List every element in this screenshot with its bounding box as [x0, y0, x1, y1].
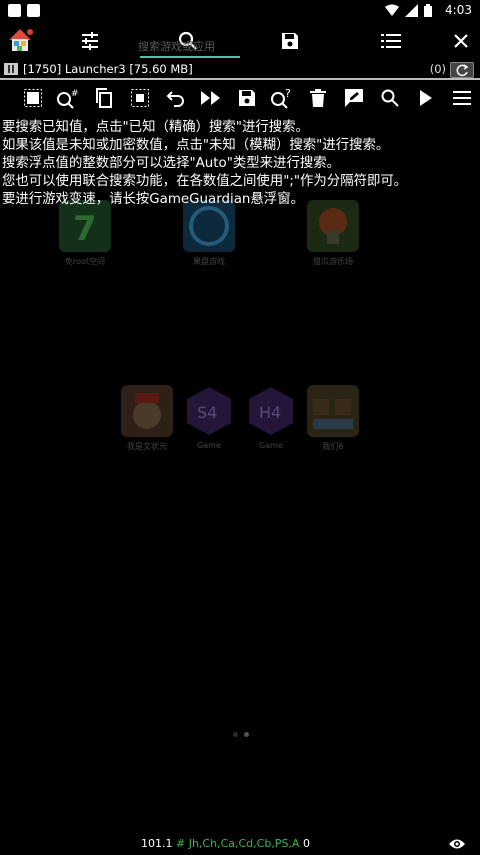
- search-types[interactable]: # Jh,Ch,Ca,Cd,Cb,PS,A: [176, 837, 299, 850]
- copy-icon[interactable]: [92, 86, 116, 110]
- search-unknown-value-icon[interactable]: ?: [270, 86, 294, 110]
- battery-icon: [424, 4, 432, 17]
- help-line: 要进行游戏变速，请长按GameGuardian悬浮窗。: [2, 192, 304, 207]
- wifi-icon: [385, 4, 399, 17]
- version-text: 101.1: [141, 837, 173, 850]
- app-label: 免root空间: [64, 257, 106, 266]
- app-icon-guopan[interactable]: 果盘游戏: [173, 200, 245, 267]
- search-known-value-icon[interactable]: #: [56, 86, 80, 110]
- notification-icon: [8, 4, 21, 17]
- select-range-icon[interactable]: [128, 86, 152, 110]
- footer-value: 0: [302, 837, 310, 850]
- app-label: 果盘游戏: [193, 257, 225, 266]
- app-label: 甜瓜游乐场: [313, 257, 353, 266]
- app-home-icon[interactable]: [6, 26, 34, 54]
- page-indicator: [230, 722, 252, 741]
- edit-comment-icon[interactable]: [342, 86, 366, 110]
- help-line: 搜索浮点值的整数部分可以选择"Auto"类型来进行搜索。: [2, 156, 341, 171]
- signal-icon: [405, 4, 418, 17]
- refresh-icon[interactable]: [450, 62, 474, 78]
- status-bar: 4:03: [0, 0, 480, 22]
- zhuangyuan-icon: [121, 385, 173, 437]
- help-line: 您也可以使用联合搜索功能，在各数值之间使用";"作为分隔符即可。: [2, 174, 408, 189]
- page-dot: [233, 732, 238, 737]
- svg-text:#: #: [71, 89, 79, 99]
- game-s4-icon: S4: [183, 385, 235, 437]
- close-icon[interactable]: [448, 28, 474, 54]
- save-icon[interactable]: [235, 86, 259, 110]
- active-tab-indicator: [140, 56, 240, 58]
- top-bar: [0, 22, 480, 60]
- process-info[interactable]: [1750] Launcher3 [75.60 MB]: [23, 62, 193, 76]
- app-notification-icon: [27, 4, 40, 17]
- help-line: 如果该值是未知或加密数值，点击"未知（模糊）搜索"进行搜索。: [2, 138, 390, 153]
- page-dot-active: [244, 732, 249, 737]
- pause-icon[interactable]: [4, 63, 18, 75]
- app-icon-tiangua[interactable]: 甜瓜游乐场: [297, 200, 369, 267]
- select-all-icon[interactable]: [21, 86, 45, 110]
- save-list-icon[interactable]: [277, 28, 303, 54]
- help-text: 要搜索已知值，点击"已知（精确）搜索"进行搜索。 如果该值是未知或加密数值，点击…: [2, 119, 480, 209]
- search-hint-text: 搜索游戏或应用: [138, 40, 215, 53]
- game-h4-icon: H4: [245, 385, 297, 437]
- play-icon[interactable]: [414, 86, 438, 110]
- app-label: 我们6: [322, 442, 344, 451]
- footer-status: 101.1 # Jh,Ch,Ca,Cd,Cb,PS,A 0: [141, 837, 310, 850]
- svg-text:7: 7: [73, 209, 97, 249]
- list-icon[interactable]: [378, 28, 404, 54]
- search-icon[interactable]: [378, 86, 402, 110]
- fast-forward-icon[interactable]: [199, 86, 223, 110]
- women6-icon: [307, 385, 359, 437]
- toolbar: # ?: [0, 80, 480, 116]
- undo-icon[interactable]: [164, 86, 188, 110]
- menu-icon[interactable]: [450, 86, 474, 110]
- app-icon-mianroot[interactable]: 7 免root空间: [49, 200, 121, 267]
- svg-text:?: ?: [285, 87, 291, 100]
- process-bar: [1750] Launcher3 [75.60 MB] (0): [0, 60, 480, 78]
- results-count: (0): [429, 62, 446, 76]
- svg-text:H4: H4: [259, 403, 281, 422]
- delete-icon[interactable]: [306, 86, 330, 110]
- clock: 4:03: [445, 3, 472, 17]
- help-line: 要搜索已知值，点击"已知（精确）搜索"进行搜索。: [2, 120, 309, 135]
- settings-sliders-icon[interactable]: [77, 28, 103, 54]
- eye-icon[interactable]: [448, 836, 466, 855]
- app-icon-women6[interactable]: 我们6: [297, 385, 369, 452]
- svg-text:S4: S4: [197, 403, 217, 422]
